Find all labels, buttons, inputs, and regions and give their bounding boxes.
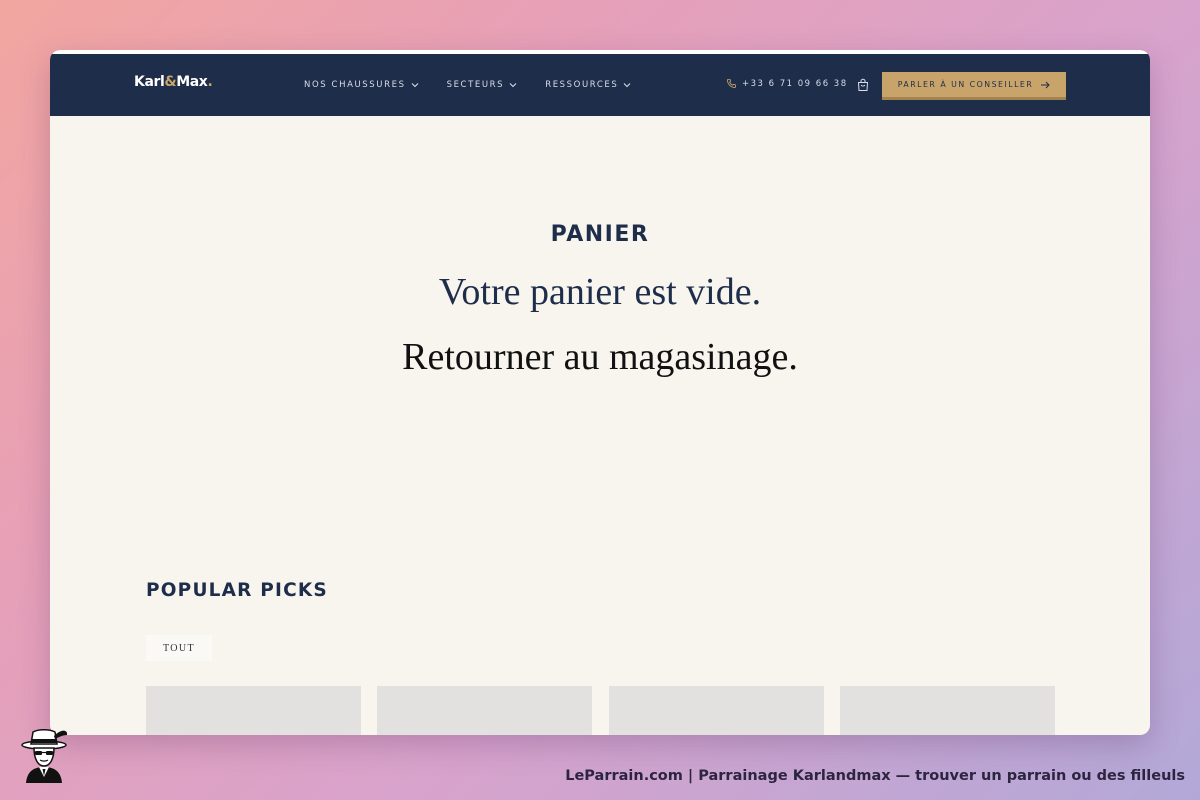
logo-ampersand: &	[164, 74, 177, 90]
phone-link[interactable]: +33 6 71 09 66 38	[726, 78, 848, 89]
chevron-down-icon	[411, 83, 418, 88]
nav-item-secteurs[interactable]: SECTEURS	[447, 80, 519, 90]
main-nav: NOS CHAUSSURES SECTEURS RESSOURCES	[304, 54, 659, 116]
logo-text-karl: Karl	[134, 74, 165, 90]
continue-shopping-link[interactable]: Retourner au magasinage.	[50, 335, 1150, 379]
popular-picks-heading: POPULAR PICKS	[146, 580, 328, 601]
phone-number: +33 6 71 09 66 38	[742, 78, 848, 89]
product-card-placeholder[interactable]	[609, 686, 824, 735]
arrow-right-icon	[1041, 81, 1050, 88]
shopping-bag-icon[interactable]	[856, 78, 870, 92]
nav-item-label: SECTEURS	[446, 80, 505, 90]
nav-item-label: NOS CHAUSSURES	[304, 80, 406, 90]
site-header: Karl&Max. NOS CHAUSSURES SECTEURS RESSOU…	[50, 50, 1150, 116]
footer-caption: LeParrain.com | Parrainage Karlandmax — …	[565, 768, 1185, 784]
chevron-down-icon	[623, 83, 631, 88]
talk-to-advisor-button[interactable]: PARLER À UN CONSEILLER	[882, 72, 1066, 100]
logo-text-max: Max	[176, 74, 208, 90]
site-logo[interactable]: Karl&Max.	[134, 74, 213, 90]
cta-label: PARLER À UN CONSEILLER	[897, 80, 1034, 89]
nav-item-nos-chaussures[interactable]: NOS CHAUSSURES	[304, 80, 420, 90]
product-card-placeholder[interactable]	[377, 686, 592, 735]
chevron-down-icon	[509, 83, 517, 88]
logo-dot: .	[207, 74, 213, 90]
nav-item-label: RESSOURCES	[545, 80, 619, 90]
nav-item-ressources[interactable]: RESSOURCES	[545, 80, 632, 90]
phone-icon	[726, 78, 736, 88]
empty-cart-message: Votre panier est vide.	[438, 271, 762, 313]
browser-window: Karl&Max. NOS CHAUSSURES SECTEURS RESSOU…	[50, 50, 1150, 735]
product-card-placeholder[interactable]	[146, 686, 361, 735]
product-card-placeholder[interactable]	[840, 686, 1055, 735]
page-title: PANIER	[550, 222, 650, 247]
mascot-icon	[21, 729, 68, 783]
filter-tab-all[interactable]: TOUT	[146, 635, 212, 661]
